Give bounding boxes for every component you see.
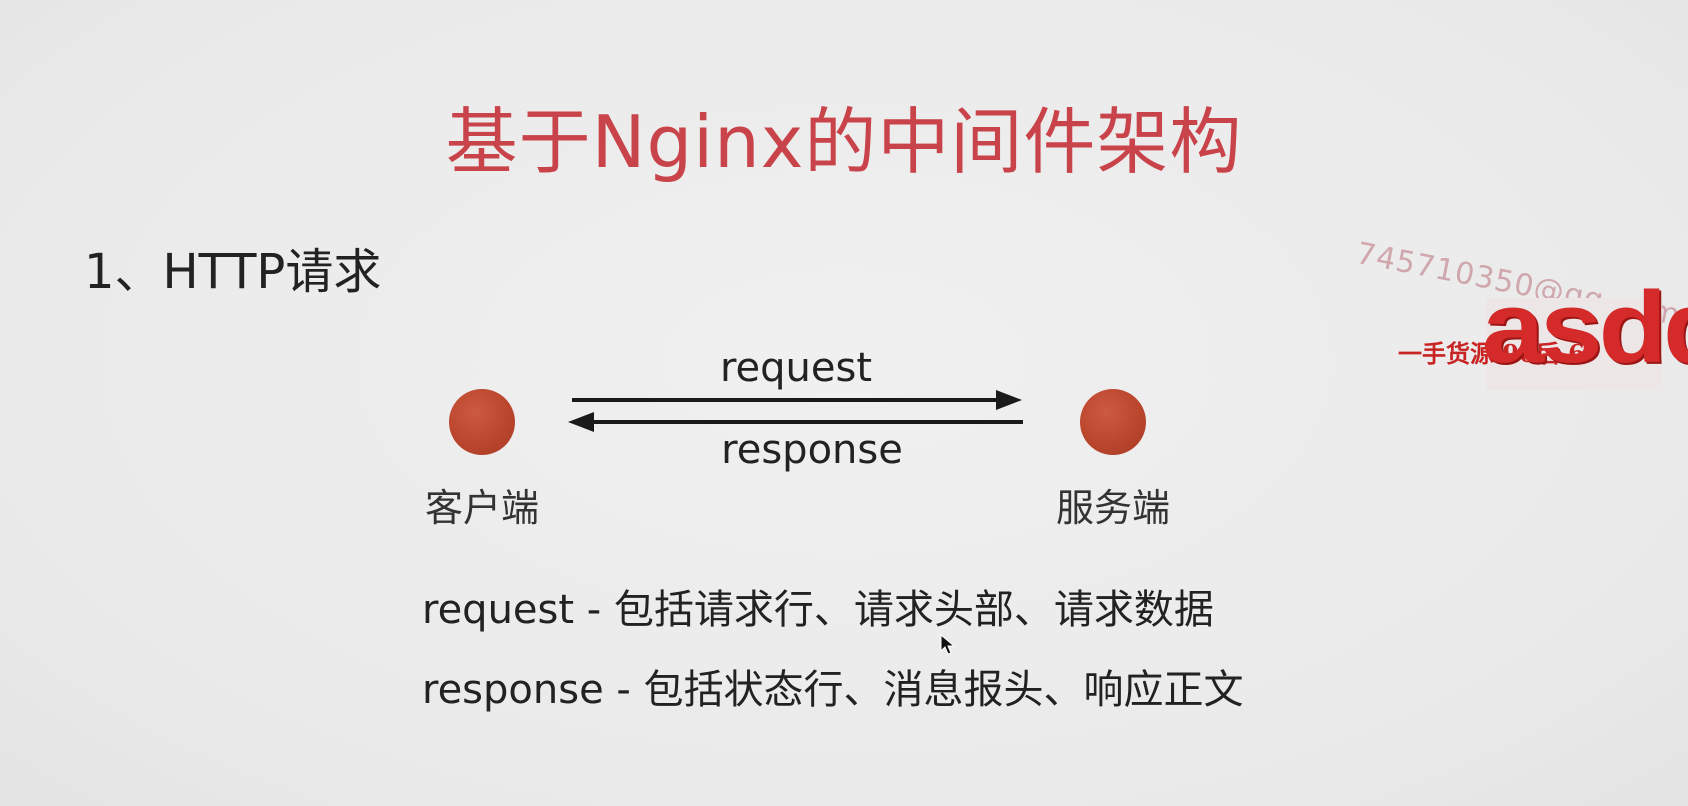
slide: 基于Nginx的中间件架构 1、HTTP请求 request response … bbox=[0, 0, 1688, 806]
arrow-left-icon bbox=[568, 412, 1023, 432]
server-label: 服务端 bbox=[1055, 486, 1170, 530]
arrow-right-icon bbox=[572, 390, 1022, 410]
slide-title: 基于Nginx的中间件架构 bbox=[445, 100, 1243, 184]
section-heading: 1、HTTP请求 bbox=[84, 244, 382, 300]
watermark-logo: asdd bbox=[1482, 271, 1688, 384]
mouse-cursor-icon bbox=[940, 634, 956, 655]
request-response-arrows bbox=[568, 390, 1023, 432]
client-node bbox=[449, 389, 515, 455]
request-description: request - 包括请求行、请求头部、请求数据 bbox=[422, 587, 1214, 633]
client-label: 客户端 bbox=[424, 486, 539, 530]
response-description: response - 包括状态行、消息报头、响应正文 bbox=[422, 667, 1244, 713]
server-node bbox=[1080, 389, 1146, 455]
